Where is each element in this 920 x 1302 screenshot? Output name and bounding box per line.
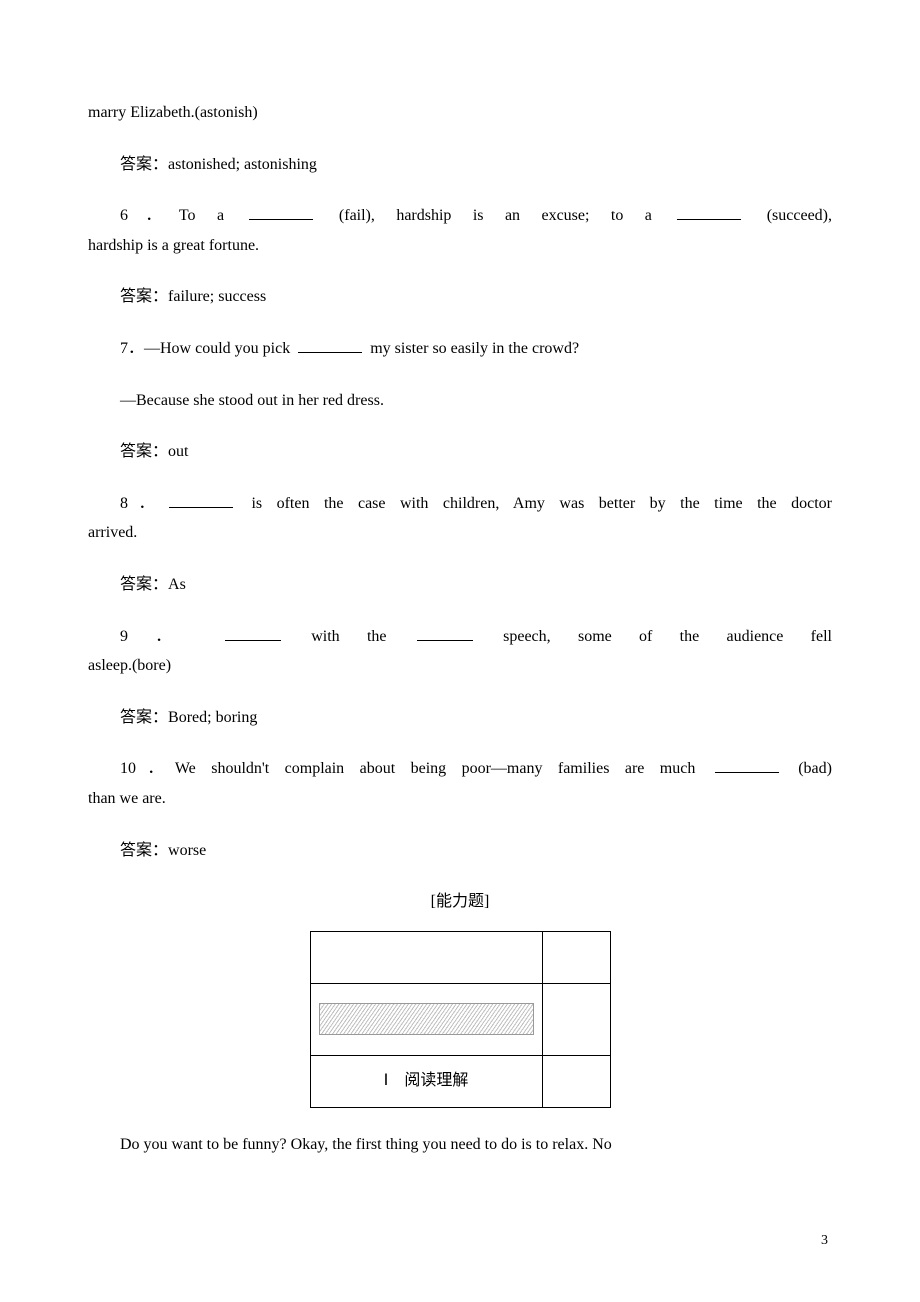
- q9-blank2: [417, 625, 473, 641]
- table-row: [310, 983, 610, 1055]
- q9-answer: Bored; boring: [168, 709, 257, 726]
- q10-answer: worse: [168, 842, 206, 859]
- q9-line2-text: asleep.(bore): [88, 657, 171, 674]
- page-number: 3: [821, 1230, 828, 1252]
- hatch-pattern: [319, 1003, 534, 1035]
- question9-line2: asleep.(bore): [88, 653, 832, 679]
- q5-answer-line: 答案：astonished; astonishing: [88, 152, 832, 178]
- section-title: [能力题]: [88, 889, 832, 915]
- question10-line1: 10．We shouldn't complain about being poo…: [88, 756, 832, 782]
- question7-line2: —Because she stood out in her red dress.: [88, 388, 832, 414]
- closing-text: Do you want to be funny? Okay, the first…: [120, 1136, 612, 1153]
- q6-line2-text: hardship is a great fortune.: [88, 237, 259, 254]
- answer-label: 答案：: [120, 443, 168, 460]
- q9-text-a: 9 ．: [120, 628, 222, 645]
- q6-blank1: [249, 204, 313, 220]
- table-label-text: Ⅰ 阅读理解: [384, 1072, 469, 1089]
- q7-answer-line: 答案：out: [88, 439, 832, 465]
- q8-text-a: 8．: [120, 495, 165, 512]
- q10-line2-text: than we are.: [88, 790, 166, 807]
- q10-text-a: 10．We shouldn't complain about being poo…: [120, 760, 711, 777]
- q10-answer-line: 答案：worse: [88, 838, 832, 864]
- q7-text-b: my sister so easily in the crowd?: [366, 340, 579, 357]
- answer-label: 答案：: [120, 842, 168, 859]
- q6-answer: failure; success: [168, 288, 266, 305]
- table-cell-empty: [542, 1055, 610, 1107]
- answer-label: 答案：: [120, 156, 168, 173]
- question7-line1: 7．—How could you pick my sister so easil…: [88, 336, 832, 362]
- q6-answer-line: 答案：failure; success: [88, 284, 832, 310]
- answer-label: 答案：: [120, 288, 168, 305]
- table-cell-empty: [310, 931, 542, 983]
- q9-blank1: [225, 625, 281, 641]
- q5-fragment-text: marry Elizabeth.(astonish): [88, 104, 258, 121]
- q8-answer: As: [168, 576, 186, 593]
- answer-label: 答案：: [120, 576, 168, 593]
- question5-fragment: marry Elizabeth.(astonish): [88, 100, 832, 126]
- q7-blank: [298, 337, 362, 353]
- question8-line2: arrived.: [88, 520, 832, 546]
- q6-hint1: (fail), hardship is an excuse; to a: [317, 207, 673, 224]
- closing-paragraph: Do you want to be funny? Okay, the first…: [88, 1132, 832, 1158]
- q6-blank2: [677, 204, 741, 220]
- q10-text-b: (bad): [783, 760, 832, 777]
- q7-answer: out: [168, 443, 188, 460]
- table-cell-empty: [542, 983, 610, 1055]
- q8-text-b: is often the case with children, Amy was…: [237, 495, 832, 512]
- q8-answer-line: 答案：As: [88, 572, 832, 598]
- section-table-wrap: Ⅰ 阅读理解: [88, 931, 832, 1108]
- q7-line2-text: —Because she stood out in her red dress.: [120, 392, 384, 409]
- question8-line1: 8． is often the case with children, Amy …: [88, 491, 832, 517]
- question10-line2: than we are.: [88, 786, 832, 812]
- page-number-text: 3: [821, 1233, 828, 1248]
- q8-blank: [169, 492, 233, 508]
- answer-label: 答案：: [120, 709, 168, 726]
- q9-text-c: speech, some of the audience fell: [476, 628, 832, 645]
- q10-blank: [715, 757, 779, 773]
- table-row: Ⅰ 阅读理解: [310, 1055, 610, 1107]
- q9-answer-line: 答案：Bored; boring: [88, 705, 832, 731]
- table-cell-empty: [542, 931, 610, 983]
- section-table: Ⅰ 阅读理解: [310, 931, 611, 1108]
- q6-hint2: (succeed),: [745, 207, 832, 224]
- question6-line2: hardship is a great fortune.: [88, 233, 832, 259]
- q9-text-b: with the: [284, 628, 414, 645]
- question6-line1: 6．To a (fail), hardship is an excuse; to…: [88, 203, 832, 229]
- q7-text-a: 7．—How could you pick: [120, 340, 294, 357]
- q6-part1: 6．To a: [120, 207, 245, 224]
- q8-line2-text: arrived.: [88, 524, 137, 541]
- table-cell-hatch: [310, 983, 542, 1055]
- table-cell-label: Ⅰ 阅读理解: [310, 1055, 542, 1107]
- section-title-text: [能力题]: [431, 893, 490, 910]
- q5-answer: astonished; astonishing: [168, 156, 317, 173]
- table-row: [310, 931, 610, 983]
- question9-line1: 9 ． with the speech, some of the audienc…: [88, 624, 832, 650]
